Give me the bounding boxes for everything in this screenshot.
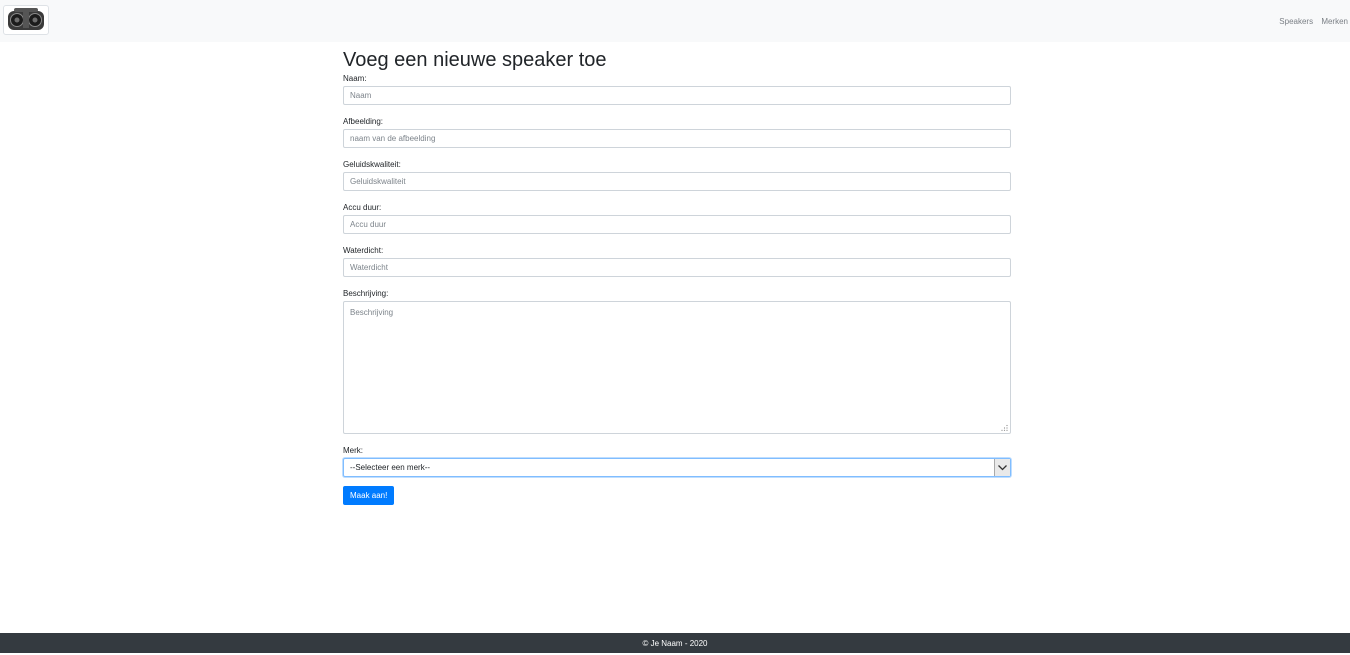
geluidskwaliteit-input[interactable] bbox=[343, 172, 1011, 191]
field-group-naam: Naam: bbox=[343, 72, 1011, 105]
beschrijving-textarea[interactable] bbox=[343, 301, 1011, 434]
chevron-down-icon bbox=[998, 465, 1007, 471]
submit-button[interactable]: Maak aan! bbox=[343, 486, 395, 505]
afbeelding-input[interactable] bbox=[343, 129, 1011, 148]
naam-input[interactable] bbox=[343, 86, 1011, 105]
waterdicht-label: Waterdicht: bbox=[343, 246, 384, 255]
waterdicht-input[interactable] bbox=[343, 258, 1011, 277]
nav-link-speakers[interactable]: Speakers bbox=[1279, 17, 1313, 26]
merk-select[interactable]: --Selecteer een merk-- bbox=[343, 458, 1011, 477]
navbar: Speakers Merken bbox=[0, 0, 1350, 42]
merk-select-value: --Selecteer een merk-- bbox=[350, 463, 431, 472]
nav-link-merken[interactable]: Merken bbox=[1321, 17, 1348, 26]
accu-duur-input[interactable] bbox=[343, 215, 1011, 234]
nav-links: Speakers Merken bbox=[1273, 17, 1348, 26]
form-container: Voeg een nieuwe speaker toe Naam: Afbeel… bbox=[343, 42, 1011, 505]
beschrijving-wrapper bbox=[343, 301, 1011, 434]
accu-duur-label: Accu duur: bbox=[343, 203, 382, 212]
speaker-logo-icon[interactable] bbox=[3, 5, 49, 35]
field-group-accu-duur: Accu duur: bbox=[343, 201, 1011, 234]
merk-label: Merk: bbox=[343, 446, 363, 455]
field-group-geluidskwaliteit: Geluidskwaliteit: bbox=[343, 158, 1011, 191]
page-title: Voeg een nieuwe speaker toe bbox=[343, 49, 607, 71]
naam-label: Naam: bbox=[343, 74, 367, 83]
field-group-beschrijving: Beschrijving: bbox=[343, 287, 1011, 434]
field-group-afbeelding: Afbeelding: bbox=[343, 115, 1011, 148]
footer: © Je Naam - 2020 bbox=[0, 633, 1350, 653]
beschrijving-label: Beschrijving: bbox=[343, 289, 389, 298]
footer-text: © Je Naam - 2020 bbox=[642, 639, 708, 648]
dropdown-arrow[interactable] bbox=[994, 459, 1010, 476]
afbeelding-label: Afbeelding: bbox=[343, 117, 384, 126]
resize-grip-icon[interactable] bbox=[1001, 424, 1008, 431]
field-group-waterdicht: Waterdicht: bbox=[343, 244, 1011, 277]
geluidskwaliteit-label: Geluidskwaliteit: bbox=[343, 160, 401, 169]
field-group-merk: Merk: --Selecteer een merk-- bbox=[343, 444, 1011, 477]
